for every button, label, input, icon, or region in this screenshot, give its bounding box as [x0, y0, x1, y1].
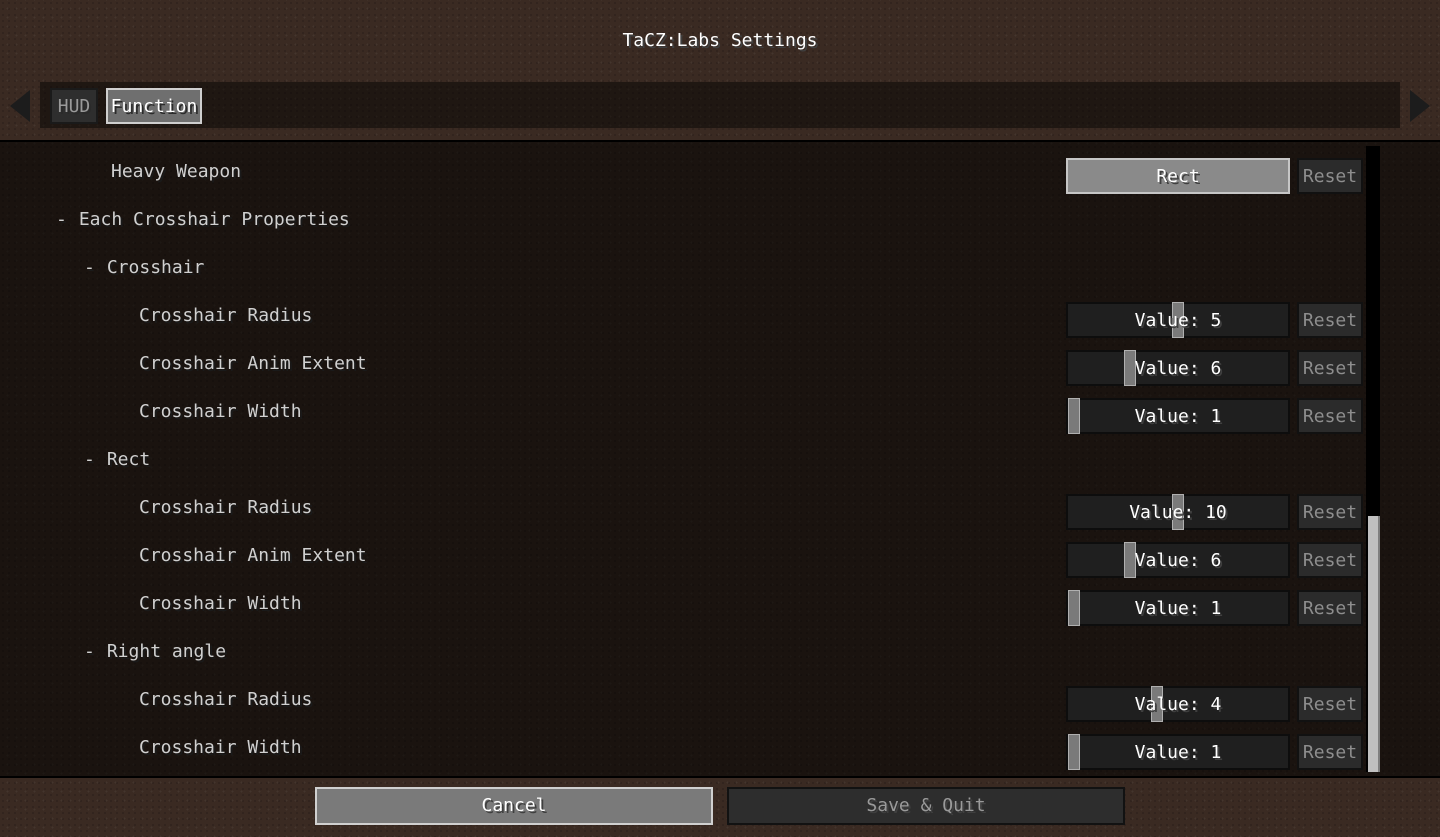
slider-value-text: Value: 5 — [1134, 310, 1222, 331]
collapse-icon[interactable]: - — [84, 257, 95, 278]
group-row: - Rect — [0, 435, 1440, 483]
reset-button[interactable]: Reset — [1297, 734, 1363, 770]
value-slider[interactable]: Value: 6 — [1066, 350, 1290, 386]
setting-row: Crosshair Radius Value: 5 Reset — [0, 291, 1440, 339]
setting-label: Crosshair Radius — [139, 497, 313, 518]
collapse-icon[interactable]: - — [84, 449, 95, 470]
setting-row: Crosshair Anim Extent Value: 6 Reset — [0, 531, 1440, 579]
setting-label: Crosshair Radius — [139, 305, 313, 326]
setting-label: Crosshair Width — [139, 737, 302, 758]
scrollbar-thumb[interactable] — [1368, 516, 1380, 772]
value-slider[interactable]: Value: 10 — [1066, 494, 1290, 530]
reset-button[interactable]: Reset — [1297, 590, 1363, 626]
reset-button[interactable]: Reset — [1297, 542, 1363, 578]
group-label: Crosshair — [106, 257, 205, 278]
setting-label: Crosshair Anim Extent — [139, 545, 367, 566]
tab-function[interactable]: Function — [106, 88, 202, 124]
setting-row: Crosshair Anim Extent Value: 6 Reset — [0, 339, 1440, 387]
setting-row: Crosshair Radius Value: 10 Reset — [0, 483, 1440, 531]
window-title: TaCZ:Labs Settings — [622, 30, 818, 51]
reset-button[interactable]: Reset — [1297, 158, 1363, 194]
reset-button[interactable]: Reset — [1297, 350, 1363, 386]
group-header[interactable]: - Right angle — [84, 641, 226, 662]
reset-button[interactable]: Reset — [1297, 494, 1363, 530]
setting-row: Crosshair Width Value: 1 Reset — [0, 723, 1440, 771]
value-slider[interactable]: Value: 4 — [1066, 686, 1290, 722]
tab-hud[interactable]: HUD — [50, 88, 98, 124]
setting-row: Crosshair Radius Value: 4 Reset — [0, 675, 1440, 723]
setting-label: Crosshair Anim Extent — [139, 353, 367, 374]
settings-list[interactable]: Heavy Weapon Rect Reset - Each Crosshair Pro… — [0, 140, 1440, 778]
slider-value-text: Value: 6 — [1134, 550, 1222, 571]
setting-row: Heavy Weapon Rect Reset — [0, 147, 1440, 195]
group-row: - Each Crosshair Properties — [0, 195, 1440, 243]
setting-label: Crosshair Width — [139, 401, 302, 422]
slider-value-text: Value: 4 — [1134, 694, 1222, 715]
group-row: - Right angle — [0, 627, 1440, 675]
group-header[interactable]: - Each Crosshair Properties — [56, 209, 350, 230]
group-header[interactable]: - Rect — [84, 449, 150, 470]
reset-button[interactable]: Reset — [1297, 398, 1363, 434]
reset-button[interactable]: Reset — [1297, 686, 1363, 722]
enum-cycle-button[interactable]: Rect — [1066, 158, 1290, 194]
chevron-right-icon[interactable] — [1410, 90, 1430, 122]
setting-label: Crosshair Width — [139, 593, 302, 614]
setting-label: Crosshair Radius — [139, 689, 313, 710]
setting-label: Heavy Weapon — [111, 161, 242, 182]
cancel-button[interactable]: Cancel — [315, 787, 713, 825]
slider-value-text: Value: 1 — [1134, 598, 1222, 619]
setting-row: Crosshair Width Value: 1 Reset — [0, 579, 1440, 627]
chevron-left-icon[interactable] — [10, 90, 30, 122]
slider-handle[interactable] — [1068, 398, 1080, 434]
value-slider[interactable]: Value: 1 — [1066, 398, 1290, 434]
value-slider[interactable]: Value: 1 — [1066, 734, 1290, 770]
collapse-icon[interactable]: - — [56, 209, 67, 230]
save-quit-button[interactable]: Save & Quit — [727, 787, 1125, 825]
tab-bar — [40, 82, 1400, 128]
group-label: Right angle — [106, 641, 227, 662]
value-slider[interactable]: Value: 6 — [1066, 542, 1290, 578]
collapse-icon[interactable]: - — [84, 641, 95, 662]
group-row: - Crosshair — [0, 243, 1440, 291]
group-header[interactable]: - Crosshair — [84, 257, 204, 278]
setting-row: Crosshair Width Value: 1 Reset — [0, 387, 1440, 435]
slider-value-text: Value: 6 — [1134, 358, 1222, 379]
group-label: Each Crosshair Properties — [78, 209, 350, 230]
slider-handle[interactable] — [1068, 734, 1080, 770]
slider-value-text: Value: 10 — [1129, 502, 1227, 523]
reset-button[interactable]: Reset — [1297, 302, 1363, 338]
value-slider[interactable]: Value: 5 — [1066, 302, 1290, 338]
slider-handle[interactable] — [1068, 590, 1080, 626]
slider-value-text: Value: 1 — [1134, 406, 1222, 427]
value-slider[interactable]: Value: 1 — [1066, 590, 1290, 626]
slider-value-text: Value: 1 — [1134, 742, 1222, 763]
group-label: Rect — [106, 449, 151, 470]
